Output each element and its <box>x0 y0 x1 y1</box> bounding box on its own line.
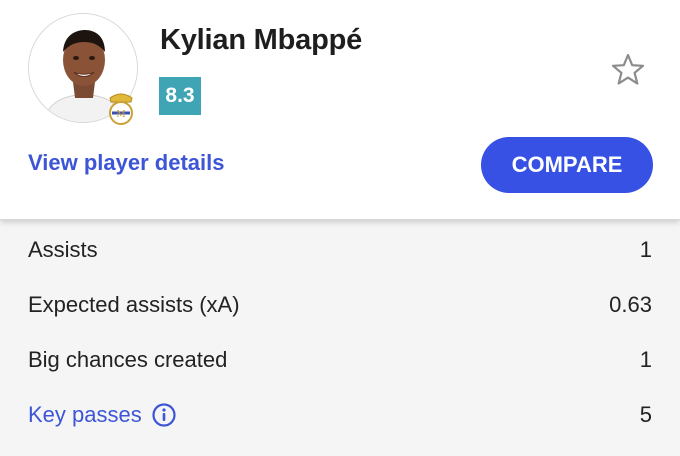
compare-button[interactable]: COMPARE <box>481 137 653 193</box>
star-outline-icon[interactable] <box>610 52 646 88</box>
view-player-details-link[interactable]: View player details <box>28 150 224 176</box>
player-header-card: M Kylian Mbappé 8.3 View player details … <box>0 0 680 220</box>
svg-text:M: M <box>116 110 125 120</box>
stat-label[interactable]: Key passes <box>28 402 142 428</box>
club-crest-icon: M <box>104 88 138 126</box>
stat-row-expected-assists: Expected assists (xA) 0.63 <box>0 277 680 332</box>
stat-label: Assists <box>28 236 98 262</box>
stat-value: 5 <box>639 401 652 427</box>
rating-badge: 8.3 <box>159 77 201 115</box>
stat-row-big-chances: Big chances created 1 <box>0 332 680 387</box>
stat-row-assists: Assists 1 <box>0 222 680 277</box>
stats-list: Assists 1 Expected assists (xA) 0.63 Big… <box>0 222 680 442</box>
stat-row-key-passes: Key passes 5 <box>0 387 680 442</box>
stat-value: 1 <box>639 236 652 262</box>
key-passes-link[interactable]: Key passes <box>28 402 177 428</box>
stat-value: 1 <box>639 346 652 372</box>
info-icon[interactable] <box>151 402 177 428</box>
player-name: Kylian Mbappé <box>160 24 363 56</box>
stat-label: Expected assists (xA) <box>28 291 240 317</box>
stat-label: Big chances created <box>28 346 228 372</box>
stat-value: 0.63 <box>609 291 652 317</box>
